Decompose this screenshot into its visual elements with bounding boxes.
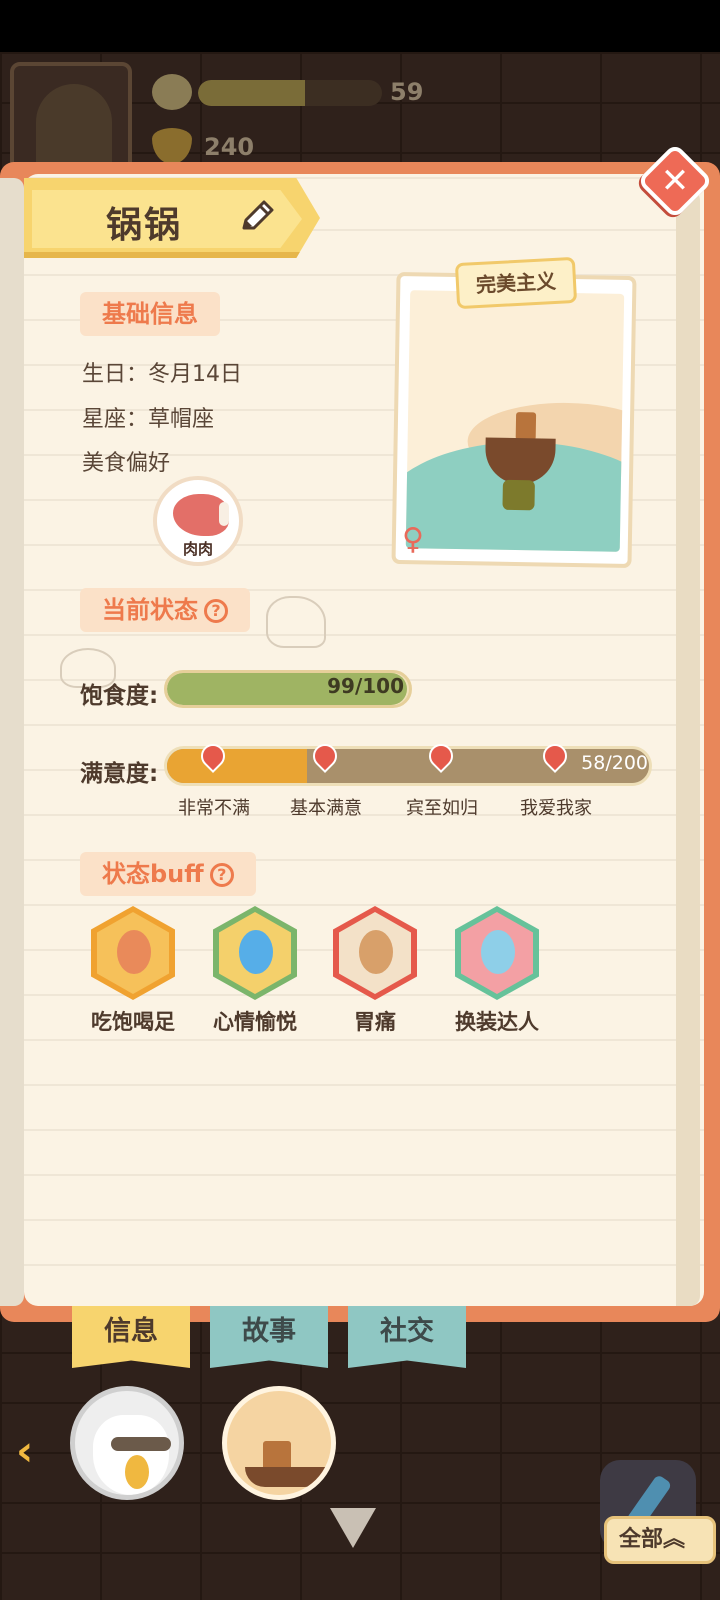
happiness-value: 58/200 [581, 752, 648, 774]
constellation-text: 星座：草帽座 [82, 407, 215, 432]
milestone-label: 宾至如归 [406, 798, 478, 819]
buff-character [359, 930, 393, 974]
meat-icon [173, 494, 229, 536]
energy-bar [198, 80, 382, 106]
pet-select-eagle[interactable] [70, 1386, 184, 1500]
personality-tag: 完美主义 [454, 256, 578, 310]
buff-full-fed[interactable]: 吃饱喝足 [88, 906, 178, 1036]
tab-social[interactable]: 社交 [348, 1306, 466, 1368]
buff-stomachache[interactable]: 胃痛 [330, 906, 420, 1036]
photo-scene [405, 290, 625, 552]
female-icon: ♀ [402, 522, 424, 557]
status-bar [0, 0, 720, 52]
bone-icon [219, 502, 229, 526]
pet-body [484, 437, 556, 485]
pet-cup [515, 412, 537, 441]
buff-badge-icon [333, 906, 417, 1000]
buff-label: 心情愉悦 [213, 1010, 297, 1034]
pot-bowl [245, 1467, 325, 1487]
sunglasses [111, 1437, 171, 1451]
buff-heading-label: 状态buff [102, 860, 204, 888]
buff-badge-inner [219, 912, 291, 994]
milestone-pin-icon [308, 739, 342, 780]
buff-badge-inner [339, 912, 411, 994]
milestone-label: 基本满意 [290, 798, 362, 819]
food-preference-badge[interactable]: 肉肉 [153, 476, 243, 566]
chevron-left-icon[interactable]: ‹ [16, 1426, 33, 1475]
buff-badge-icon [91, 906, 175, 1000]
pet-legs [502, 479, 535, 511]
milestone-label: 非常不满 [178, 798, 250, 819]
banana-count: 240 [204, 133, 255, 161]
help-icon[interactable]: ? [204, 599, 228, 623]
milestone-pin-icon [538, 739, 572, 780]
page-right-edge [676, 190, 700, 1306]
pet-select-guoguo[interactable] [222, 1386, 336, 1500]
tab-info[interactable]: 信息 [72, 1306, 190, 1368]
buff-badge-inner [461, 912, 533, 994]
buff-badge-icon [213, 906, 297, 1000]
buff-label: 胃痛 [354, 1010, 396, 1034]
basic-info-heading: 基础信息 [80, 292, 220, 336]
food-pref-label: 美食偏好 [82, 451, 171, 476]
flower-icon [152, 74, 192, 110]
buff-badge-inner [97, 912, 169, 994]
close-icon: ✕ [660, 161, 690, 201]
all-filter-button[interactable]: 全部︽ [604, 1516, 716, 1564]
page-left-edge [0, 178, 24, 1306]
food-label: 肉肉 [182, 540, 213, 558]
buff-character [117, 930, 151, 974]
buff-label: 换装达人 [455, 1010, 539, 1034]
happiness-bar-fill [167, 749, 307, 783]
dog-doodle-icon [266, 596, 326, 648]
milestone-label: 我爱我家 [520, 798, 592, 819]
buff-label: 吃饱喝足 [91, 1010, 175, 1034]
milestone-pin-icon [196, 739, 230, 780]
pet-name: 锅锅 [106, 205, 183, 246]
milestone-pin-icon [424, 739, 458, 780]
buff-heading: 状态buff? [80, 852, 256, 896]
pencil-icon[interactable] [236, 198, 276, 238]
pet-portrait [478, 411, 560, 511]
energy-value: 59 [390, 78, 424, 106]
current-status-heading: 当前状态? [80, 588, 250, 632]
current-status-label: 当前状态 [102, 596, 198, 624]
satiety-value: 99/100 [327, 674, 404, 698]
tab-story[interactable]: 故事 [210, 1306, 328, 1368]
happiness-label: 满意度: [80, 761, 159, 787]
beak [125, 1455, 149, 1489]
eagle-avatar [93, 1415, 171, 1495]
buff-dress-up[interactable]: 换装达人 [452, 906, 542, 1036]
buff-character [481, 930, 515, 974]
buff-happy-mood[interactable]: 心情愉悦 [210, 906, 300, 1036]
birthday-text: 生日：冬月14日 [82, 362, 242, 387]
satiety-label: 饱食度: [80, 683, 159, 709]
buff-character [239, 930, 273, 974]
avatar [36, 84, 112, 168]
energy-bar-fill [198, 80, 305, 106]
pet-avatar-frame[interactable] [10, 62, 132, 172]
help-icon[interactable]: ? [209, 863, 234, 887]
buff-badge-icon [455, 906, 539, 1000]
